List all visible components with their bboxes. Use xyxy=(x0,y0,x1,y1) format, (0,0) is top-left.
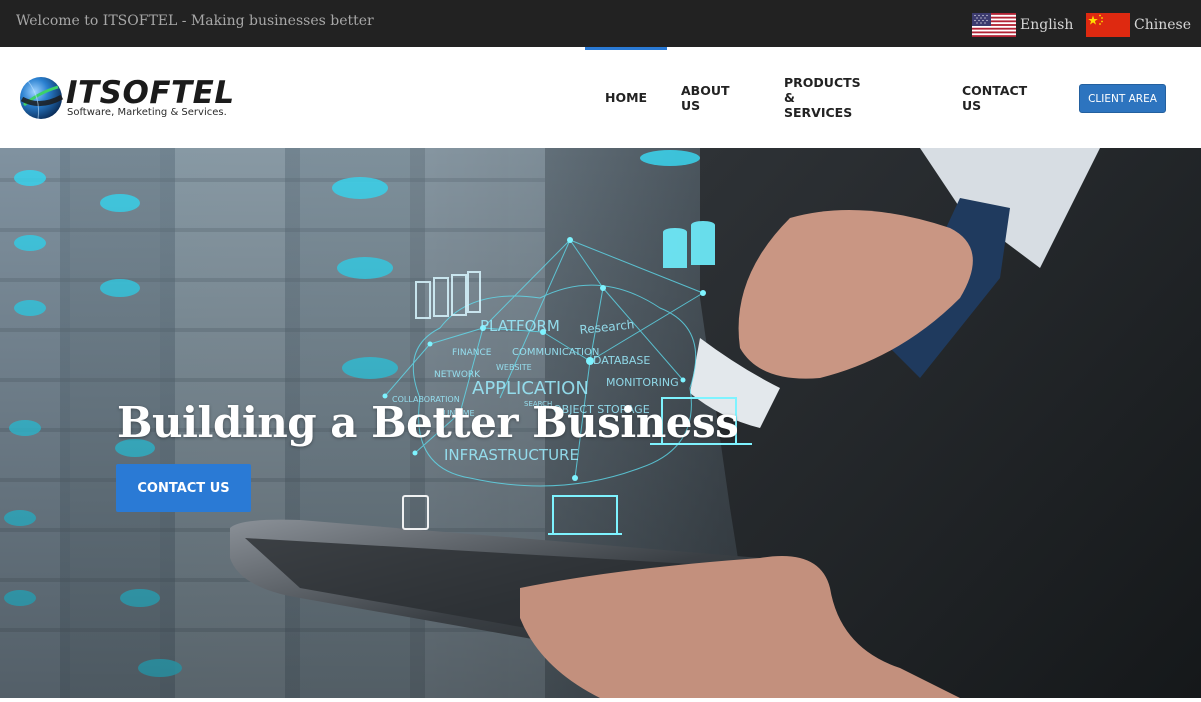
nav-about-us[interactable]: ABOUT US xyxy=(681,47,730,148)
logo-name: ITSOFTEL xyxy=(66,75,235,111)
site-logo[interactable]: ITSOFTEL Software, Marketing & Services. xyxy=(18,73,238,123)
cloud-word: INFRASTRUCTURE xyxy=(444,446,579,464)
site-header: ITSOFTEL Software, Marketing & Services.… xyxy=(0,47,1201,148)
cloud-word: FINANCE xyxy=(452,348,492,358)
hero-banner: PLATFORM Research FINANCE COMMUNICATION … xyxy=(0,148,1201,698)
language-label: English xyxy=(1020,17,1074,33)
cn-flag-icon xyxy=(1086,13,1130,37)
cloud-word: DATABASE xyxy=(593,354,650,367)
logo-tagline: Software, Marketing & Services. xyxy=(67,107,227,118)
welcome-text: Welcome to ITSOFTEL - Making businesses … xyxy=(16,13,374,29)
page-bottom-strip xyxy=(0,698,1201,702)
globe-icon xyxy=(20,77,64,120)
cloud-word: COMMUNICATION xyxy=(512,347,599,358)
hero-title: Building a Better Business xyxy=(117,398,739,447)
cloud-word: MONITORING xyxy=(606,376,679,389)
client-area-button[interactable]: CLIENT AREA xyxy=(1079,84,1166,113)
language-chinese-link[interactable]: Chinese xyxy=(1086,13,1191,37)
cloud-word: PLATFORM xyxy=(480,317,560,335)
nav-home[interactable]: HOME xyxy=(584,47,668,148)
hero-contact-us-button[interactable]: CONTACT US xyxy=(116,464,251,512)
language-english-link[interactable]: English xyxy=(972,13,1073,37)
us-flag-icon xyxy=(972,13,1016,37)
language-label: Chinese xyxy=(1134,17,1191,33)
nav-contact-us[interactable]: CONTACT US xyxy=(962,47,1027,148)
cloud-word: APPLICATION xyxy=(472,378,589,399)
cloud-word: WEBSITE xyxy=(496,363,532,372)
top-bar: Welcome to ITSOFTEL - Making businesses … xyxy=(0,0,1201,47)
nav-products-services[interactable]: PRODUCTS & SERVICES xyxy=(784,47,861,148)
